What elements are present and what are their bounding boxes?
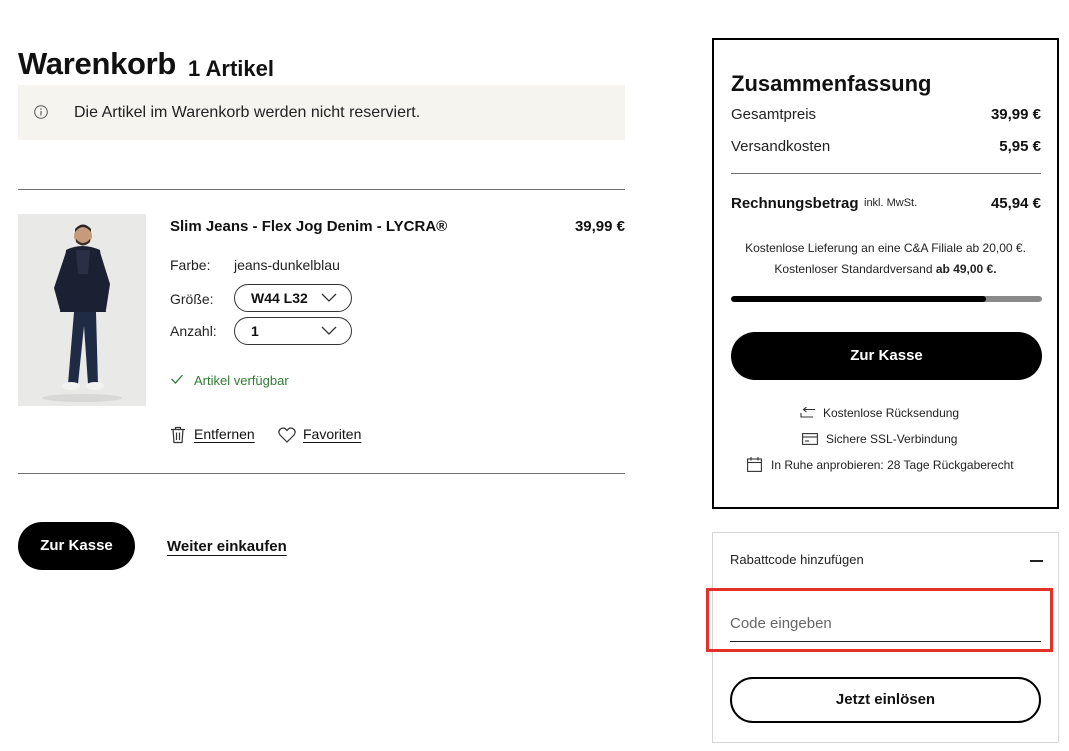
divider bbox=[18, 189, 625, 190]
favorites-link[interactable]: Favoriten bbox=[303, 426, 361, 442]
coupon-panel: Rabattcode hinzufügen Jetzt einlösen bbox=[706, 532, 1059, 743]
free-shipping-info: Kostenloser Standardversand ab 49,00 €. bbox=[714, 262, 1057, 276]
vat-note: inkl. MwSt. bbox=[864, 197, 918, 209]
notice-text: Die Artikel im Warenkorb werden nicht re… bbox=[74, 104, 421, 121]
remove-link[interactable]: Entfernen bbox=[194, 426, 255, 442]
color-value: jeans-dunkelblau bbox=[234, 257, 340, 273]
redeem-button[interactable]: Jetzt einlösen bbox=[730, 677, 1041, 723]
quantity-select[interactable]: 1 bbox=[234, 317, 352, 345]
order-summary: Zusammenfassung Gesamtpreis 39,99 € Vers… bbox=[712, 38, 1059, 509]
quantity-label: Anzahl: bbox=[170, 323, 217, 339]
heart-icon[interactable] bbox=[278, 427, 296, 443]
shipping-value: 5,95 € bbox=[999, 138, 1041, 155]
free-shipping-threshold: ab 49,00 €. bbox=[935, 262, 997, 276]
size-select[interactable]: W44 L32 bbox=[234, 284, 352, 312]
continue-shopping-link[interactable]: Weiter einkaufen bbox=[167, 538, 287, 555]
product-name[interactable]: Slim Jeans - Flex Jog Denim - LYCRA® bbox=[170, 218, 447, 235]
free-delivery-info: Kostenlose Lieferung an eine C&A Filiale… bbox=[745, 241, 1026, 255]
checkout-button[interactable]: Zur Kasse bbox=[18, 522, 135, 570]
feature-return-policy: In Ruhe anprobieren: 28 Tage Rückgaberec… bbox=[771, 458, 1014, 472]
size-value: W44 L32 bbox=[251, 290, 308, 306]
credit-card-icon bbox=[802, 433, 818, 445]
return-arrow-icon bbox=[800, 407, 815, 418]
feature-ssl: Sichere SSL-Verbindung bbox=[826, 432, 958, 446]
quantity-value: 1 bbox=[251, 323, 259, 339]
product-image[interactable] bbox=[18, 214, 146, 406]
coupon-code-input[interactable] bbox=[730, 605, 1041, 642]
color-label: Farbe: bbox=[170, 257, 211, 273]
chevron-down-icon bbox=[321, 326, 337, 335]
feature-free-return: Kostenlose Rücksendung bbox=[823, 406, 960, 420]
shipping-label: Versandkosten bbox=[731, 138, 831, 155]
summary-title: Zusammenfassung bbox=[731, 71, 932, 96]
info-icon bbox=[34, 105, 48, 119]
coupon-toggle-label[interactable]: Rabattcode hinzufügen bbox=[730, 552, 864, 567]
invoice-total-value: 45,94 € bbox=[990, 195, 1041, 212]
minus-icon[interactable] bbox=[1030, 560, 1043, 562]
model-illustration bbox=[18, 214, 146, 406]
check-icon bbox=[171, 374, 183, 384]
subtotal-label: Gesamtpreis bbox=[731, 106, 817, 123]
page-title: Warenkorb bbox=[18, 46, 177, 81]
free-shipping-progress bbox=[731, 296, 1042, 302]
divider bbox=[731, 173, 1041, 174]
chevron-down-icon bbox=[321, 293, 337, 302]
product-price: 39,99 € bbox=[574, 218, 625, 235]
availability-status: Artikel verfügbar bbox=[194, 373, 289, 388]
trash-icon[interactable] bbox=[170, 426, 186, 444]
subtotal-value: 39,99 € bbox=[990, 106, 1041, 123]
free-shipping-prefix: Kostenloser Standardversand bbox=[774, 262, 936, 276]
reservation-notice: Die Artikel im Warenkorb werden nicht re… bbox=[18, 85, 625, 140]
item-count: 1 Artikel bbox=[188, 56, 275, 81]
invoice-total-label: Rechnungsbetrag bbox=[731, 195, 859, 212]
calendar-icon bbox=[747, 457, 762, 472]
summary-checkout-button[interactable]: Zur Kasse bbox=[731, 332, 1042, 380]
divider bbox=[18, 473, 625, 474]
size-label: Größe: bbox=[170, 291, 214, 307]
progress-fill bbox=[731, 296, 987, 302]
